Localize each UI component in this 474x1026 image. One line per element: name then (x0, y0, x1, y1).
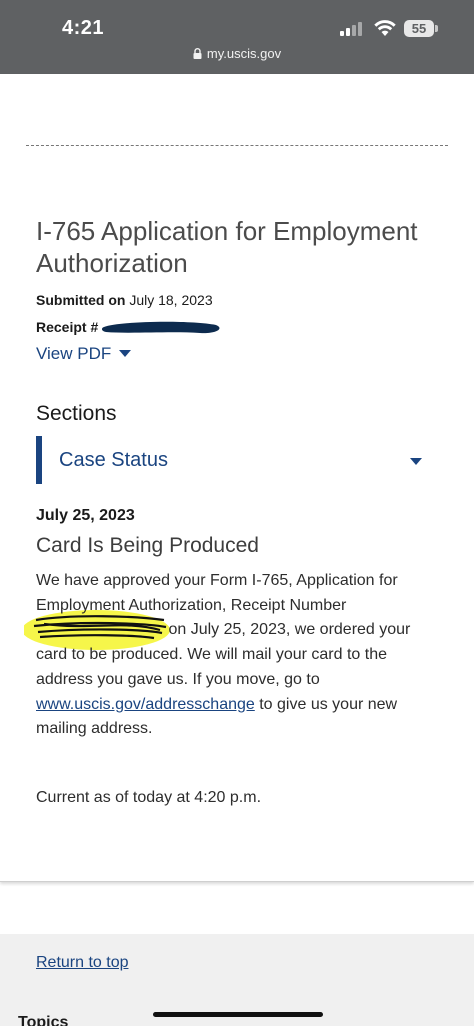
return-to-top-link[interactable]: Return to top (36, 954, 129, 972)
accordion-label: Case Status (59, 449, 168, 471)
current-as-of: Current as of today at 4:20 p.m. (36, 789, 262, 806)
submitted-label: Submitted on (36, 292, 126, 308)
dashed-divider (26, 145, 448, 146)
case-status-accordion[interactable]: Case Status (36, 436, 436, 484)
view-pdf-button[interactable]: View PDF (36, 344, 132, 364)
cell-signal-icon (340, 22, 366, 36)
clock: 4:21 (62, 17, 105, 39)
redaction-mark (101, 321, 220, 334)
topics-heading: Topics (18, 1014, 69, 1026)
status-text-2: on July 25, 2023, we ordered your card t… (36, 621, 411, 688)
status-body: We have approved your Form I-765, Applic… (36, 569, 436, 742)
view-pdf-label: View PDF (36, 344, 112, 363)
wifi-icon (374, 20, 396, 36)
sections-heading: Sections (36, 402, 117, 425)
lock-icon (193, 48, 202, 59)
receipt-line: Receipt # (36, 319, 98, 335)
chevron-down-icon (410, 458, 422, 465)
address-change-link[interactable]: www.uscis.gov/addresschange (36, 696, 255, 713)
home-indicator[interactable] (153, 1012, 323, 1017)
submitted-date: July 18, 2023 (129, 292, 213, 308)
status-date: July 25, 2023 (36, 507, 135, 524)
submitted-line: Submitted on July 18, 2023 (36, 292, 213, 308)
status-text-1: We have approved your Form I-765, Applic… (36, 572, 398, 614)
url-text: my.uscis.gov (206, 46, 282, 61)
status-bar: 4:21 55 my.uscis.gov (0, 0, 474, 74)
receipt-label: Receipt # (36, 319, 99, 335)
caret-down-icon (119, 350, 132, 357)
address-bar[interactable]: my.uscis.gov (0, 46, 474, 61)
status-title: Card Is Being Produced (36, 534, 259, 557)
page-title: I-765 Application for Employment Authori… (36, 216, 418, 278)
battery-tip (435, 25, 438, 32)
battery-indicator: 55 (404, 20, 434, 37)
